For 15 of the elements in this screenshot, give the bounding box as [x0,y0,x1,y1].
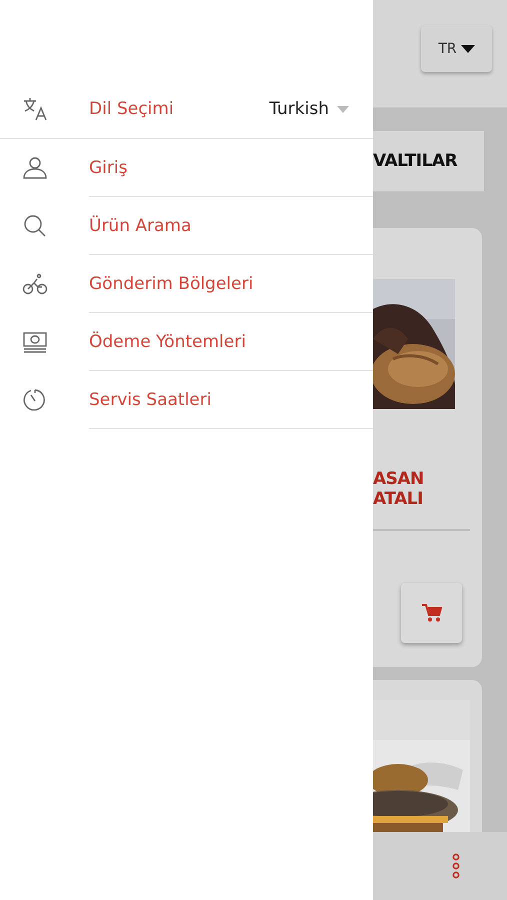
user-icon [22,155,48,181]
more-options-icon[interactable] [452,853,460,879]
stopwatch-icon [22,387,48,413]
category-tab[interactable]: VALTILAR [373,151,458,171]
caret-icon [460,44,475,52]
search-icon [22,213,48,239]
menu-label[interactable]: Dil Seçimi [89,99,174,119]
cart-icon [422,604,442,622]
product-title: ASAN ATALI [373,469,425,509]
caret-icon [337,106,349,112]
translate-icon [22,96,48,122]
bicycle-icon [22,271,48,297]
add-to-cart-button[interactable] [401,583,462,643]
language-button[interactable]: TR [421,25,492,72]
language-dropdown[interactable]: Turkish [269,99,349,119]
